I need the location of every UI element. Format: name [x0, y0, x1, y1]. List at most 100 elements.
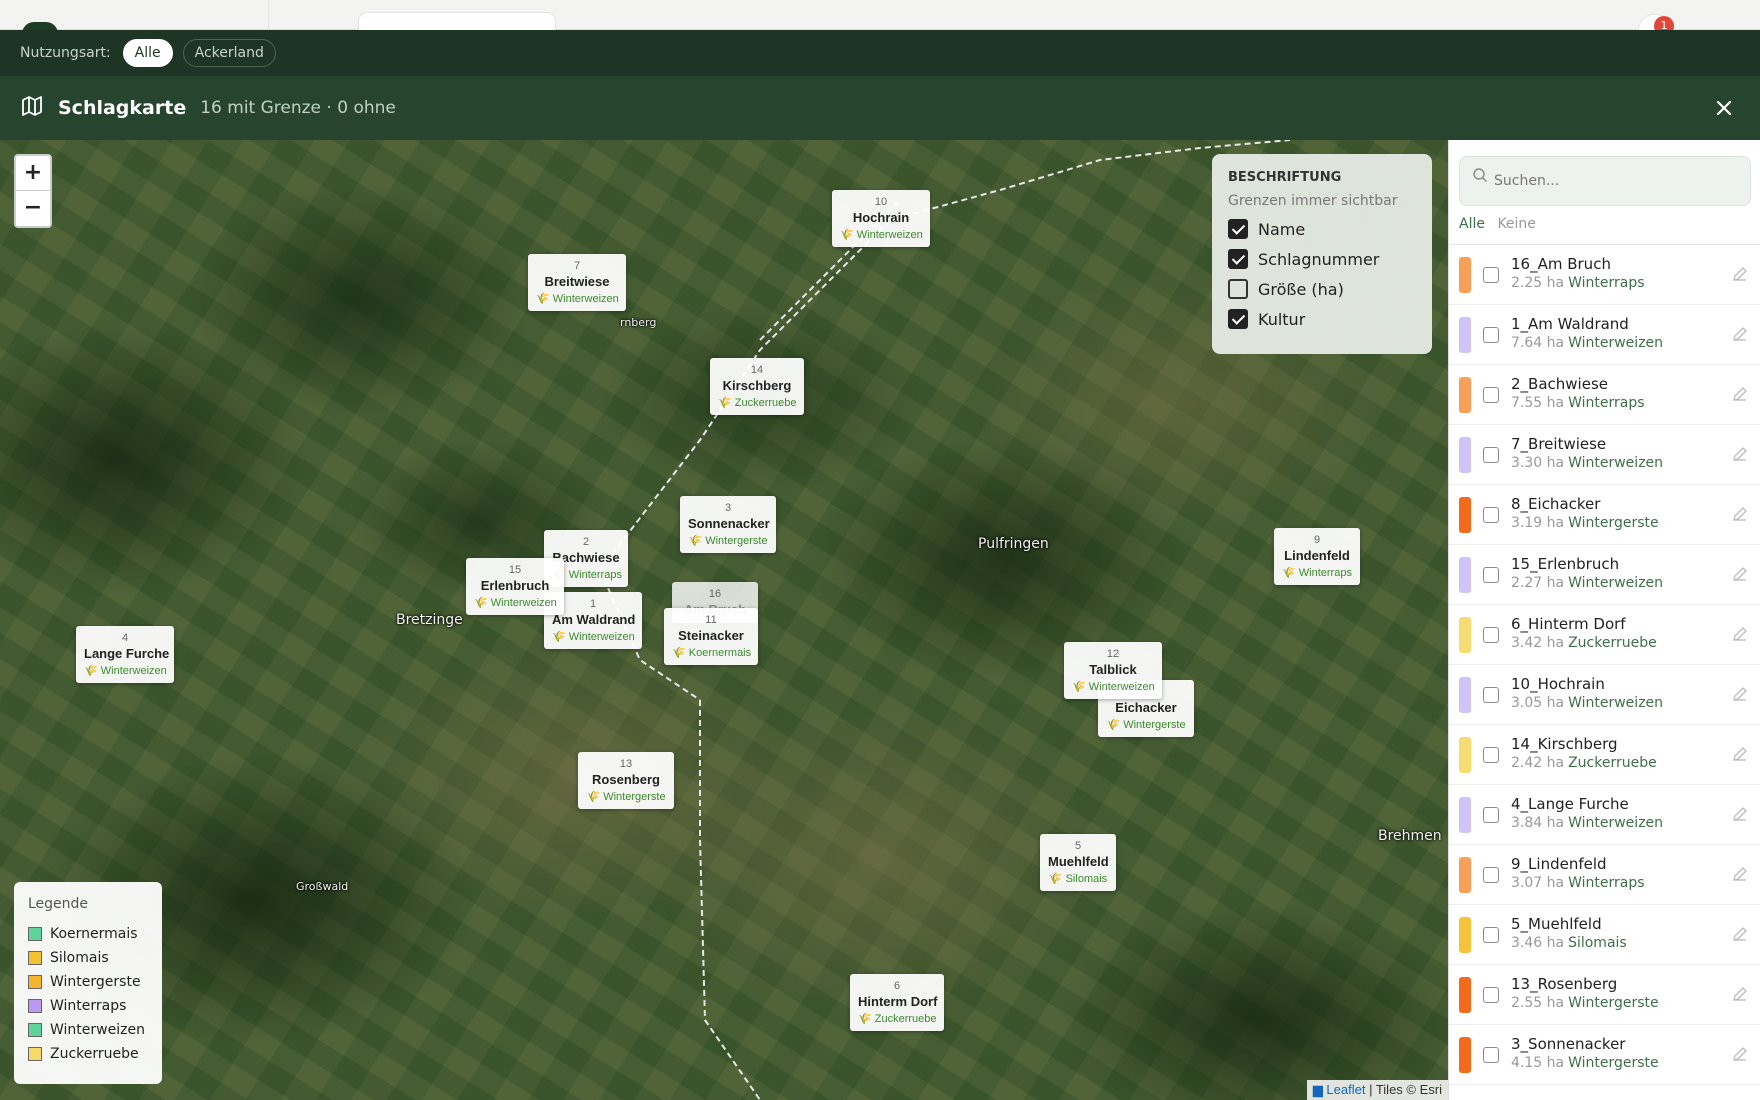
field-marker[interactable]: 13 Rosenberg 🌾 Wintergerste: [578, 752, 674, 809]
edit-icon[interactable]: [1731, 985, 1749, 1003]
label-option-crop[interactable]: Kultur: [1228, 309, 1416, 329]
list-item[interactable]: 7_Breitwiese 3.30 ha Winterweizen: [1449, 425, 1760, 485]
zoom-out-button[interactable]: −: [16, 191, 50, 226]
list-item[interactable]: 1_Am Waldrand 7.64 ha Winterweizen: [1449, 305, 1760, 365]
satellite-map[interactable]: + − Pulfringen Bretzinge Brehmen Großwal…: [0, 140, 1448, 1100]
edit-icon[interactable]: [1731, 805, 1749, 823]
edit-icon[interactable]: [1731, 745, 1749, 763]
field-marker[interactable]: 5 Muehlfeld 🌾 Silomais: [1040, 834, 1116, 891]
field-marker[interactable]: 11 Steinacker 🌾 Koernermais: [664, 608, 758, 665]
checkbox[interactable]: [1483, 807, 1499, 823]
field-name: 6_Hinterm Dorf: [1511, 615, 1626, 633]
field-name: 3_Sonnenacker: [1511, 1035, 1626, 1053]
list-item[interactable]: 9_Lindenfeld 3.07 ha Winterraps: [1449, 845, 1760, 905]
season-selector[interactable]: [358, 12, 556, 30]
field-marker[interactable]: 3 Sonnenacker 🌾 Wintergerste: [680, 496, 776, 553]
label-option-number[interactable]: Schlagnummer: [1228, 249, 1416, 269]
legend-title: Legende: [28, 896, 89, 912]
field-marker[interactable]: 14 Kirschberg 🌾 Zuckerruebe: [710, 358, 804, 415]
legend-item: Wintergerste: [28, 970, 148, 994]
list-item[interactable]: 10_Hochrain 3.05 ha Winterweizen: [1449, 665, 1760, 725]
crop-color-swatch: [1459, 377, 1471, 413]
edit-icon[interactable]: [1731, 685, 1749, 703]
field-marker[interactable]: 12 Talblick 🌾 Winterweizen: [1064, 642, 1162, 699]
checkbox[interactable]: [1228, 309, 1248, 329]
edit-icon[interactable]: [1731, 505, 1749, 523]
map-header: Schlagkarte 16 mit Grenze · 0 ohne: [0, 76, 1760, 140]
edit-icon[interactable]: [1731, 445, 1749, 463]
checkbox[interactable]: [1228, 219, 1248, 239]
list-item[interactable]: 2_Bachwiese 7.55 ha Winterraps: [1449, 365, 1760, 425]
field-marker[interactable]: 4 Lange Furche 🌾 Winterweizen: [76, 626, 174, 683]
checkbox[interactable]: [1483, 867, 1499, 883]
list-item[interactable]: 15_Erlenbruch 2.27 ha Winterweizen: [1449, 545, 1760, 605]
checkbox[interactable]: [1228, 249, 1248, 269]
checkbox[interactable]: [1483, 447, 1499, 463]
edit-icon[interactable]: [1731, 265, 1749, 283]
crop-color-swatch: [1459, 977, 1471, 1013]
zoom-in-button[interactable]: +: [16, 156, 50, 191]
place-label: rnberg: [620, 316, 657, 329]
field-meta: 3.84 ha Winterweizen: [1511, 815, 1664, 831]
select-none-link[interactable]: Keine: [1497, 216, 1535, 232]
field-marker[interactable]: 7 Breitwiese 🌾 Winterweizen: [528, 254, 626, 311]
field-name: 14_Kirschberg: [1511, 735, 1618, 753]
label-option-name[interactable]: Name: [1228, 219, 1416, 239]
checkbox[interactable]: [1483, 1047, 1499, 1063]
label-option-size[interactable]: Größe (ha): [1228, 279, 1416, 299]
checkbox[interactable]: [1483, 987, 1499, 1003]
select-all-link[interactable]: Alle: [1459, 216, 1485, 232]
selection-links: Alle Keine: [1459, 216, 1536, 232]
edit-icon[interactable]: [1731, 625, 1749, 643]
close-icon[interactable]: [1712, 96, 1736, 120]
edit-icon[interactable]: [1731, 565, 1749, 583]
checkbox[interactable]: [1483, 267, 1499, 283]
list-item[interactable]: 5_Muehlfeld 3.46 ha Silomais: [1449, 905, 1760, 965]
edit-icon[interactable]: [1731, 1045, 1749, 1063]
checkbox[interactable]: [1483, 387, 1499, 403]
checkbox[interactable]: [1483, 567, 1499, 583]
edit-icon[interactable]: [1731, 385, 1749, 403]
field-marker[interactable]: 15 Erlenbruch 🌾 Winterweizen: [466, 558, 564, 615]
legend-item: Winterraps: [28, 994, 148, 1018]
list-item[interactable]: 13_Rosenberg 2.55 ha Wintergerste: [1449, 965, 1760, 1025]
field-number: 3: [724, 502, 732, 514]
list-item[interactable]: 6_Hinterm Dorf 3.42 ha Zuckerruebe: [1449, 605, 1760, 665]
edit-icon[interactable]: [1731, 325, 1749, 343]
legend-item: Koernermais: [28, 922, 148, 946]
legend-swatch: [28, 927, 42, 941]
search-input[interactable]: [1494, 171, 1734, 191]
filter-chip-alle[interactable]: Alle: [122, 39, 173, 67]
field-marker[interactable]: 10 Hochrain 🌾 Winterweizen: [832, 190, 930, 247]
crop-color-swatch: [1459, 737, 1471, 773]
field-meta: 2.27 ha Winterweizen: [1511, 575, 1664, 591]
checkbox[interactable]: [1228, 279, 1248, 299]
checkbox[interactable]: [1483, 687, 1499, 703]
leaflet-link[interactable]: ▆ Leaflet: [1313, 1082, 1366, 1097]
checkbox[interactable]: [1483, 507, 1499, 523]
filter-chip-ackerland[interactable]: Ackerland: [182, 39, 276, 67]
list-item[interactable]: 4_Lange Furche 3.84 ha Winterweizen: [1449, 785, 1760, 845]
field-marker[interactable]: 6 Hinterm Dorf 🌾 Zuckerruebe: [850, 974, 944, 1031]
crop-color-swatch: [1459, 677, 1471, 713]
legend-swatch: [28, 1023, 42, 1037]
field-name: Lange Furche: [84, 646, 170, 661]
field-number: 5: [1074, 840, 1082, 852]
field-meta: 3.46 ha Silomais: [1511, 935, 1627, 951]
field-name: Steinacker: [678, 628, 744, 643]
field-marker[interactable]: 9 Lindenfeld 🌾 Winterraps: [1274, 528, 1360, 585]
field-name: 16_Am Bruch: [1511, 255, 1611, 273]
edit-icon[interactable]: [1731, 925, 1749, 943]
checkbox[interactable]: [1483, 327, 1499, 343]
field-number: 16: [708, 588, 722, 600]
list-item[interactable]: 14_Kirschberg 2.42 ha Zuckerruebe: [1449, 725, 1760, 785]
list-item[interactable]: 8_Eichacker 3.19 ha Wintergerste: [1449, 485, 1760, 545]
checkbox[interactable]: [1483, 627, 1499, 643]
field-crop: 🌾 Koernermais: [672, 647, 752, 659]
checkbox[interactable]: [1483, 747, 1499, 763]
place-label: Bretzinge: [396, 612, 463, 628]
checkbox[interactable]: [1483, 927, 1499, 943]
edit-icon[interactable]: [1731, 865, 1749, 883]
list-item[interactable]: 3_Sonnenacker 4.15 ha Wintergerste: [1449, 1025, 1760, 1085]
list-item[interactable]: 16_Am Bruch 2.25 ha Winterraps: [1449, 245, 1760, 305]
